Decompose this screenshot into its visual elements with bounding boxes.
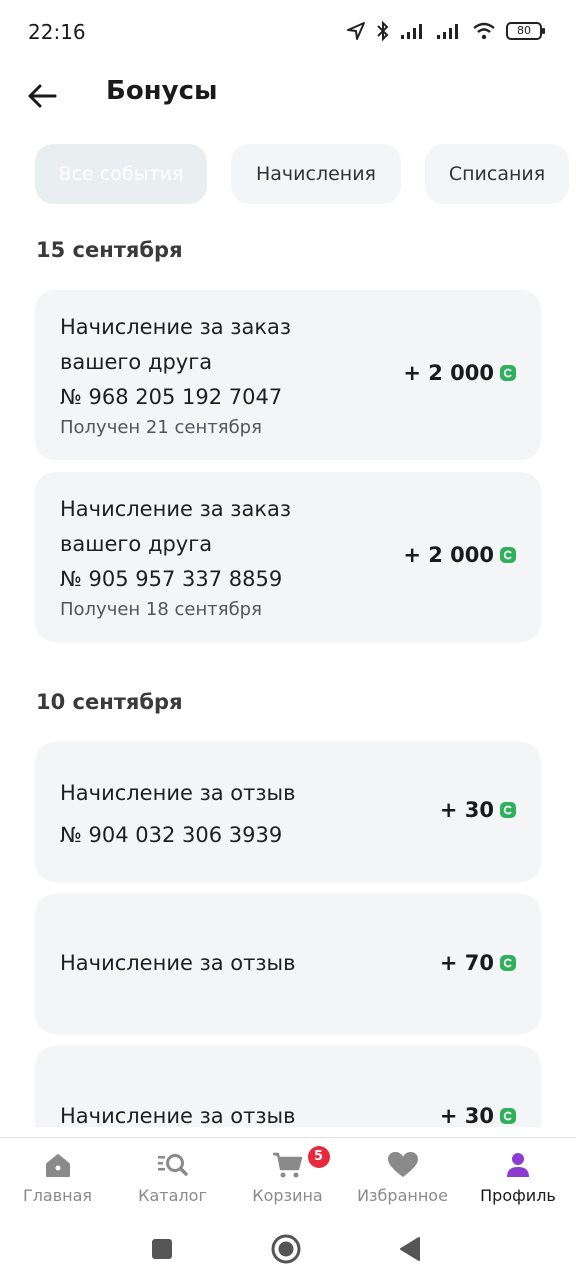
- battery-indicator: 80: [506, 22, 545, 40]
- recent-apps-button[interactable]: [144, 1231, 180, 1267]
- status-icons: 80: [346, 20, 545, 42]
- bonus-coin-icon: [500, 802, 516, 818]
- cart-count-badge: 5: [307, 1146, 330, 1168]
- circle-icon: [271, 1234, 301, 1264]
- filter-debits[interactable]: Списания: [425, 144, 569, 204]
- transaction-received-date: Получен 21 сентября: [60, 417, 262, 438]
- bonus-coin-icon: [500, 547, 516, 563]
- back-system-button[interactable]: [392, 1231, 428, 1267]
- transaction-title-line2: вашего друга: [60, 532, 213, 556]
- section-date: 15 сентября: [36, 238, 183, 262]
- amount-value: + 70: [439, 951, 494, 975]
- bluetooth-icon: [377, 20, 389, 42]
- transaction-title-line1: Начисление за отзыв: [60, 951, 296, 975]
- bonus-transaction-card[interactable]: Начисление за отзыв + 30: [35, 1046, 541, 1127]
- status-time: 22:16: [28, 20, 86, 44]
- amount-value: + 2 000: [403, 543, 494, 567]
- bonus-transaction-card[interactable]: Начисление за заказ вашего друга № 968 2…: [35, 290, 541, 460]
- transaction-title-line1: Начисление за отзыв: [60, 1104, 296, 1127]
- signal-icon: [401, 24, 422, 39]
- location-arrow-icon: [347, 22, 365, 40]
- triangle-back-icon: [400, 1237, 420, 1261]
- transaction-amount: + 70: [440, 951, 516, 975]
- bonus-transaction-card[interactable]: Начисление за отзыв № 904 032 306 3939 +…: [35, 742, 541, 882]
- page-title: Бонусы: [106, 76, 218, 106]
- signal-icon: [437, 24, 458, 39]
- nav-label: Главная: [22, 1186, 93, 1205]
- home-system-button[interactable]: [268, 1231, 304, 1267]
- bonus-history-list[interactable]: 15 сентября Начисление за заказ вашего д…: [0, 220, 576, 1127]
- home-icon: [42, 1150, 74, 1180]
- transaction-title-line1: Начисление за отзыв: [60, 781, 296, 805]
- nav-label: Корзина: [252, 1186, 323, 1205]
- amount-value: + 30: [439, 798, 494, 822]
- bonus-coin-icon: [500, 1108, 516, 1124]
- transaction-order-number: № 968 205 192 7047: [60, 385, 283, 409]
- arrow-left-icon: [28, 84, 57, 108]
- nav-label: Избранное: [357, 1186, 448, 1205]
- square-icon: [152, 1239, 172, 1259]
- status-bar: 22:16 80: [0, 0, 576, 64]
- bonus-transaction-card[interactable]: Начисление за заказ вашего друга № 905 9…: [35, 472, 541, 642]
- bonus-coin-icon: [500, 955, 516, 971]
- filter-credits[interactable]: Начисления: [231, 144, 401, 204]
- nav-home[interactable]: Главная: [0, 1138, 115, 1216]
- heart-icon: [387, 1150, 419, 1180]
- back-button[interactable]: [20, 74, 64, 118]
- nav-cart[interactable]: 5 Корзина: [230, 1138, 345, 1216]
- transaction-order-number: № 905 957 337 8859: [60, 567, 283, 591]
- section-date: 10 сентября: [36, 690, 183, 714]
- transaction-amount: + 30: [440, 798, 516, 822]
- amount-value: + 2 000: [403, 361, 494, 385]
- cart-icon: 5: [272, 1146, 330, 1180]
- wifi-icon: [473, 22, 495, 40]
- transaction-amount: + 2 000: [403, 361, 516, 385]
- system-navigation-bar: [0, 1215, 576, 1280]
- transaction-amount: + 30: [440, 1104, 516, 1127]
- transaction-title-line2: вашего друга: [60, 350, 213, 374]
- transaction-received-date: Получен 18 сентября: [60, 599, 262, 620]
- bottom-navigation: Главная Каталог 5 Корзина Избранное Проф…: [0, 1137, 576, 1215]
- transaction-title-line1: Начисление за заказ: [60, 497, 292, 521]
- catalog-search-icon: [157, 1150, 189, 1180]
- transaction-amount: + 2 000: [403, 543, 516, 567]
- header: Бонусы: [0, 64, 576, 124]
- nav-catalog[interactable]: Каталог: [115, 1138, 230, 1216]
- bonus-transaction-card[interactable]: Начисление за отзыв + 70: [35, 894, 541, 1034]
- nav-favorites[interactable]: Избранное: [345, 1138, 460, 1216]
- filter-tabs: Все события Начисления Списания: [35, 144, 569, 204]
- transaction-order-number: № 904 032 306 3939: [60, 823, 283, 847]
- nav-profile[interactable]: Профиль: [460, 1138, 576, 1216]
- amount-value: + 30: [439, 1104, 494, 1127]
- filter-all-events[interactable]: Все события: [35, 144, 207, 204]
- transaction-title-line1: Начисление за заказ: [60, 315, 292, 339]
- bonus-coin-icon: [500, 365, 516, 381]
- profile-icon: [502, 1150, 534, 1180]
- nav-label: Каталог: [138, 1186, 207, 1205]
- nav-label: Профиль: [480, 1186, 556, 1205]
